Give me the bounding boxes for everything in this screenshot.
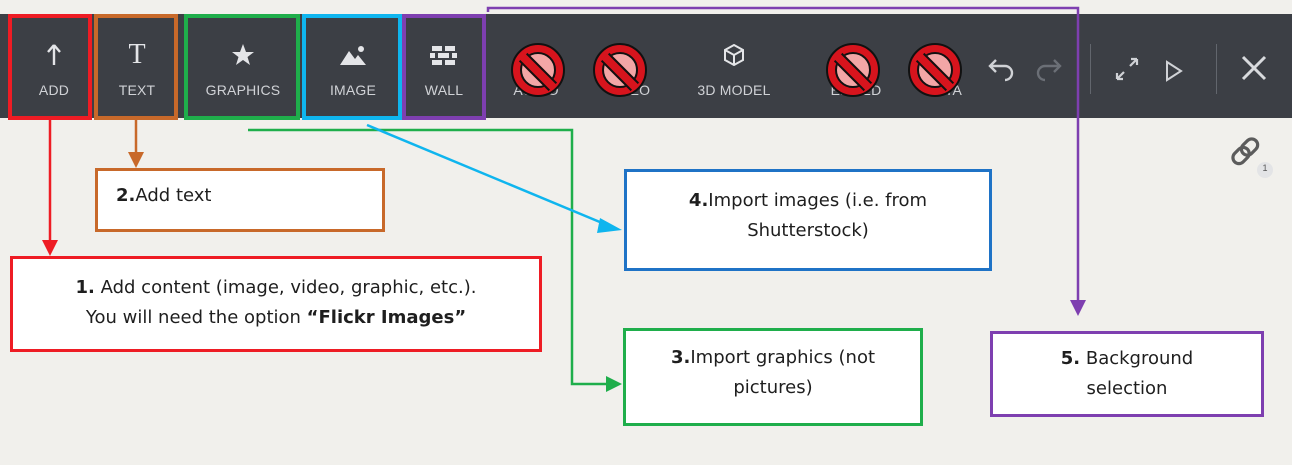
callout-number: 5.	[1060, 348, 1081, 369]
callout-text: Import graphics (not	[690, 347, 876, 368]
callout-number: 4.	[688, 190, 709, 211]
callout-number: 3.	[670, 347, 691, 368]
callout-text: selection	[1086, 378, 1168, 399]
callout-text: You will need the option	[85, 307, 307, 328]
callout-text: Add content (image, video, graphic, etc.…	[94, 277, 477, 298]
callout-text: Background	[1080, 348, 1194, 369]
callout-text: pictures)	[733, 377, 813, 398]
callout-emphasis: “Flickr Images”	[306, 307, 467, 328]
callout-import-graphics: 3.Import graphics (not pictures)	[623, 328, 923, 426]
callout-background-selection: 5. Background selection	[990, 331, 1264, 417]
callout-text: Import images (i.e. from	[708, 190, 928, 211]
callout-add-text: 2.Add text	[95, 168, 385, 232]
callout-import-images: 4.Import images (i.e. from Shutterstock)	[624, 169, 992, 271]
callout-number: 2.	[116, 185, 136, 206]
callout-text: Add text	[135, 185, 212, 206]
callout-number: 1.	[75, 277, 95, 298]
callout-add-content: 1. Add content (image, video, graphic, e…	[10, 256, 542, 352]
callout-text: Shutterstock)	[747, 220, 869, 241]
